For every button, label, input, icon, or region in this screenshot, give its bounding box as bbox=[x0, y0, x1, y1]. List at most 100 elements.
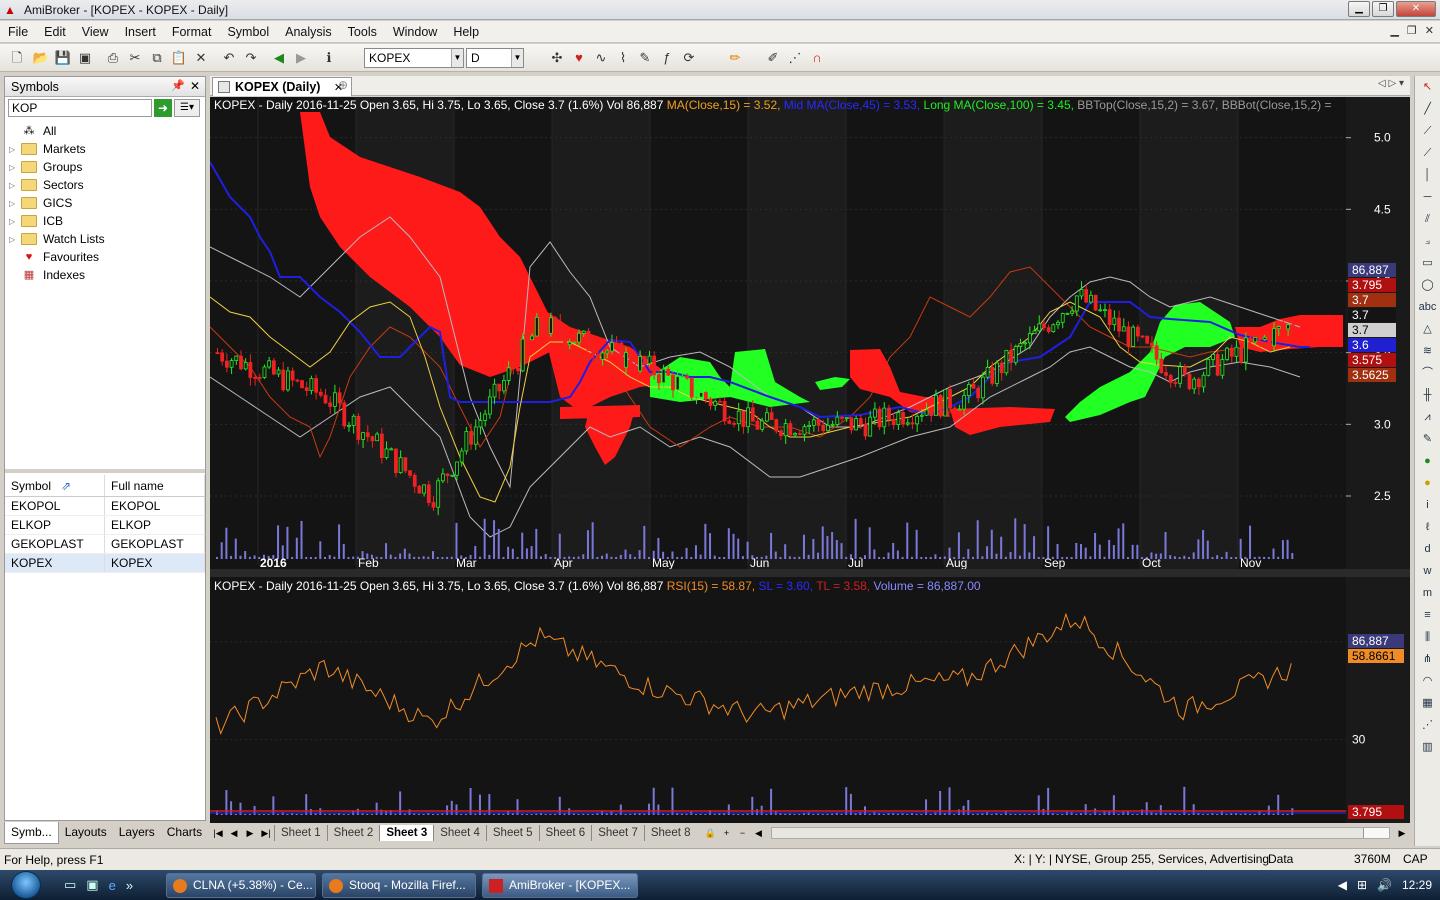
zoom-in-icon[interactable]: + bbox=[719, 828, 735, 838]
delete-icon[interactable]: ✕ bbox=[192, 49, 210, 67]
tab-layouts[interactable]: Layouts bbox=[59, 822, 113, 844]
table-row[interactable]: KOPEX KOPEX bbox=[5, 554, 205, 573]
tab-symbols[interactable]: Symb... bbox=[4, 822, 59, 844]
sheet-tab-5[interactable]: Sheet 5 bbox=[485, 825, 539, 841]
sheet-tab-1[interactable]: Sheet 1 bbox=[274, 825, 327, 841]
pencil-icon[interactable]: ✐ bbox=[764, 49, 782, 67]
save-all-icon[interactable]: ▣ bbox=[76, 49, 94, 67]
copy-icon[interactable]: ⧉ bbox=[148, 49, 166, 67]
info-icon[interactable]: ℹ bbox=[320, 49, 338, 67]
menu-format[interactable]: Format bbox=[164, 25, 220, 39]
clock[interactable]: 12:29 bbox=[1402, 878, 1432, 892]
magnet-icon[interactable]: ∩ bbox=[808, 49, 826, 67]
scroll-left-icon[interactable]: ◀ bbox=[751, 828, 767, 839]
parallel-lines-icon[interactable]: ⫽ bbox=[1415, 208, 1440, 230]
undo-icon[interactable]: ↶ bbox=[220, 49, 238, 67]
expand-icon[interactable]: ▷ bbox=[9, 199, 21, 208]
column-header-fullname[interactable]: Full name bbox=[105, 475, 205, 496]
more-icon[interactable]: » bbox=[126, 878, 133, 893]
minimize-button[interactable]: ▁ bbox=[1348, 1, 1370, 17]
tree-item-groups[interactable]: ▷ Groups bbox=[5, 158, 205, 176]
chevron-down-icon[interactable]: ▼ bbox=[451, 49, 463, 67]
new-tab-icon[interactable]: ⊕ bbox=[338, 78, 348, 92]
bar-chart-icon[interactable]: ⌇ bbox=[614, 49, 632, 67]
arc-tool-icon[interactable]: ◠ bbox=[1415, 670, 1440, 692]
mdi-restore-icon[interactable]: ❐ bbox=[1407, 24, 1417, 37]
menu-insert[interactable]: Insert bbox=[117, 25, 164, 39]
text-icon[interactable]: abc bbox=[1415, 296, 1440, 318]
tree-item-watch-lists[interactable]: ▷ Watch Lists bbox=[5, 230, 205, 248]
ray-icon[interactable]: ⟋ bbox=[1415, 120, 1440, 142]
highlighter-icon[interactable]: ✏ bbox=[726, 49, 744, 67]
grid-tool-icon[interactable]: ⫼ bbox=[1415, 626, 1440, 648]
scroll-right-icon[interactable]: ▶ bbox=[1394, 828, 1410, 839]
back-icon[interactable]: ◀ bbox=[270, 49, 288, 67]
refresh-icon[interactable]: ⟳ bbox=[680, 49, 698, 67]
sheet-tab-6[interactable]: Sheet 6 bbox=[538, 825, 592, 841]
interval-combo[interactable]: D ▼ bbox=[466, 48, 524, 68]
line-tool-icon[interactable]: ⋰ bbox=[786, 49, 804, 67]
new-icon[interactable]: 🗋 bbox=[8, 49, 26, 67]
volume-icon[interactable]: 🔊 bbox=[1377, 878, 1392, 892]
tree-item-markets[interactable]: ▷ Markets bbox=[5, 140, 205, 158]
menu-window[interactable]: Window bbox=[385, 25, 445, 39]
tree-item-indexes[interactable]: ▦ Indexes bbox=[5, 266, 205, 284]
symbol-search-input[interactable] bbox=[8, 99, 152, 117]
line-chart-icon[interactable]: ∿ bbox=[592, 49, 610, 67]
pitchfork-icon[interactable]: ⋔ bbox=[1415, 648, 1440, 670]
fibonacci-icon[interactable]: ≋ bbox=[1415, 340, 1440, 362]
print-icon[interactable]: ⎙ bbox=[104, 49, 122, 67]
close-icon[interactable]: ✕ bbox=[190, 79, 200, 93]
tree-item-all[interactable]: ⁂ All bbox=[5, 122, 205, 140]
horizontal-line-icon[interactable]: ─ bbox=[1415, 186, 1440, 208]
trendline-icon[interactable]: ╱ bbox=[1415, 98, 1440, 120]
sheet-tab-4[interactable]: Sheet 4 bbox=[433, 825, 486, 841]
menu-symbol[interactable]: Symbol bbox=[219, 25, 277, 39]
tab-charts[interactable]: Charts bbox=[161, 822, 208, 844]
mdi-minimize-icon[interactable]: ▁ bbox=[1390, 24, 1398, 37]
table-tool-icon[interactable]: ▦ bbox=[1415, 692, 1440, 714]
formula-icon[interactable]: ƒ bbox=[658, 49, 676, 67]
table-row[interactable]: EKOPOL EKOPOL bbox=[5, 497, 205, 516]
fan-icon[interactable]: ⋰ bbox=[1415, 714, 1440, 736]
tab-layers[interactable]: Layers bbox=[113, 822, 161, 844]
wizard-icon[interactable]: ✎ bbox=[636, 49, 654, 67]
arc-icon[interactable]: ⌒ bbox=[1415, 362, 1440, 384]
tree-item-favourites[interactable]: ♥ Favourites bbox=[5, 248, 205, 266]
tab-scroll-icon[interactable]: ◁ ▷ ▾ bbox=[1378, 78, 1404, 89]
w-tool-icon[interactable]: w bbox=[1415, 560, 1440, 582]
menu-tools[interactable]: Tools bbox=[340, 25, 385, 39]
expand-icon[interactable]: ▷ bbox=[9, 163, 21, 172]
next-sheet-icon[interactable]: ▶ bbox=[242, 828, 258, 839]
first-sheet-icon[interactable]: |◀ bbox=[210, 828, 226, 839]
d-tool-icon[interactable]: d bbox=[1415, 538, 1440, 560]
menu-help[interactable]: Help bbox=[445, 25, 487, 39]
zoom-out-icon[interactable]: − bbox=[735, 828, 751, 838]
lock-icon[interactable]: 🔒 bbox=[703, 828, 719, 839]
sheet-tab-7[interactable]: Sheet 7 bbox=[591, 825, 644, 841]
vertical-line-icon[interactable]: │ bbox=[1415, 164, 1440, 186]
pencil-draw-icon[interactable]: ✎ bbox=[1415, 428, 1440, 450]
menu-analysis[interactable]: Analysis bbox=[277, 25, 340, 39]
chart-area[interactable]: 5.04.54.03.53.02.5 2016FebMarAprMayJunJu… bbox=[210, 97, 1410, 823]
save-icon[interactable]: 💾 bbox=[54, 49, 72, 67]
expand-icon[interactable]: ▷ bbox=[9, 235, 21, 244]
maximize-button[interactable]: ❐ bbox=[1372, 1, 1394, 17]
scrollbar-thumb[interactable] bbox=[1363, 828, 1389, 838]
forward-icon[interactable]: ▶ bbox=[292, 49, 310, 67]
explorer-icon[interactable]: ▣ bbox=[86, 877, 98, 893]
rectangle-icon[interactable]: ▭ bbox=[1415, 252, 1440, 274]
paste-icon[interactable]: 📋 bbox=[170, 49, 188, 67]
menu-view[interactable]: View bbox=[74, 25, 117, 39]
table-row[interactable]: ELKOP ELKOP bbox=[5, 516, 205, 535]
tree-item-sectors[interactable]: ▷ Sectors bbox=[5, 176, 205, 194]
prev-sheet-icon[interactable]: ◀ bbox=[226, 828, 242, 839]
select-arrow-icon[interactable]: ↖ bbox=[1415, 76, 1440, 98]
sell-marker-icon[interactable]: ● bbox=[1415, 472, 1440, 494]
cycles-icon[interactable]: ╫ bbox=[1415, 384, 1440, 406]
start-button[interactable] bbox=[6, 870, 46, 900]
m-tool-icon[interactable]: m bbox=[1415, 582, 1440, 604]
candlestick-icon[interactable]: ♥ bbox=[570, 49, 588, 67]
last-sheet-icon[interactable]: ▶| bbox=[258, 828, 274, 839]
expand-icon[interactable]: ▷ bbox=[9, 217, 21, 226]
